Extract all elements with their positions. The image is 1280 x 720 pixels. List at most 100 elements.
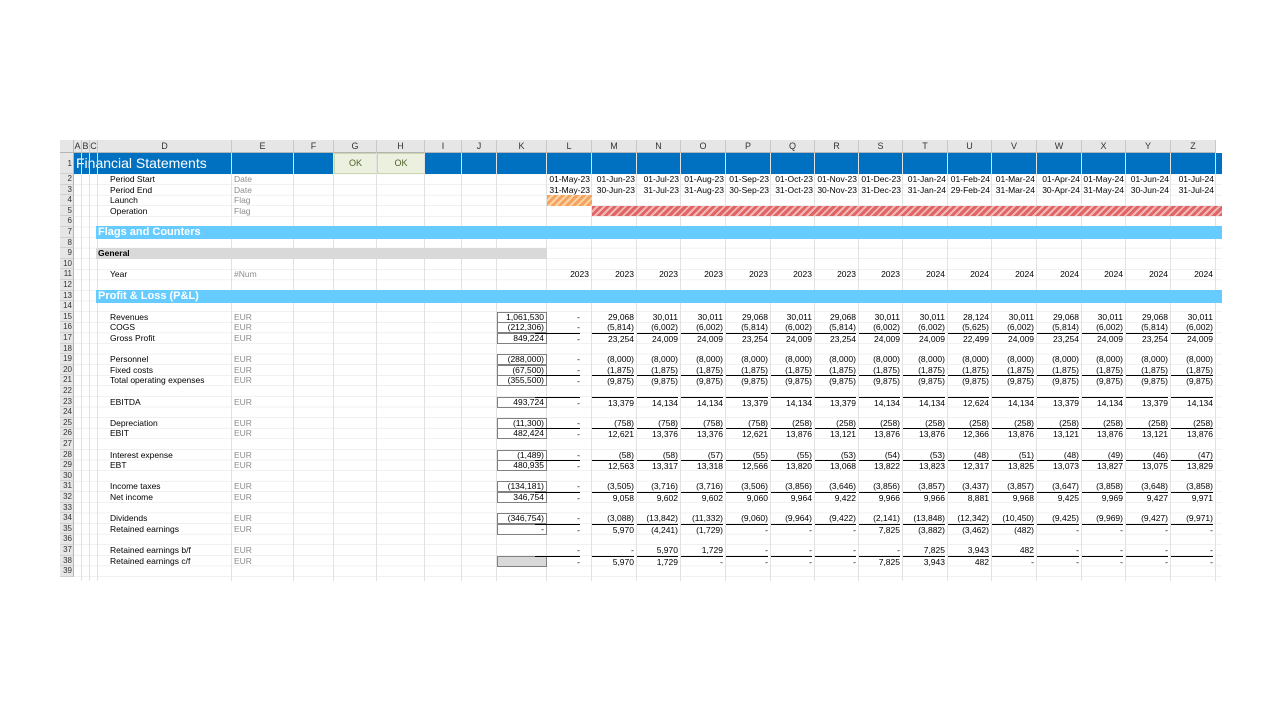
row-header[interactable]: 25 <box>60 417 74 429</box>
value-cell[interactable]: (258) <box>948 418 989 429</box>
value-cell[interactable]: (8,000) <box>771 354 812 365</box>
value-cell[interactable]: (8,000) <box>948 354 989 365</box>
value-cell[interactable]: (3,506) <box>726 481 768 492</box>
value-cell[interactable]: 9,602 <box>637 492 678 504</box>
value-cell[interactable]: (258) <box>1126 418 1168 429</box>
value-cell[interactable]: (8,000) <box>681 354 723 365</box>
value-cell[interactable]: 13,379 <box>1037 396 1079 409</box>
row-header[interactable]: 34 <box>60 513 74 524</box>
value-cell[interactable]: (3,858) <box>1171 481 1213 492</box>
value-cell[interactable]: 13,121 <box>1037 428 1079 440</box>
year-cell[interactable]: 2023 <box>589 269 634 280</box>
column-header-i[interactable]: I <box>425 140 462 153</box>
value-cell[interactable]: (6,002) <box>859 322 900 333</box>
value-cell[interactable]: (3,088) <box>592 513 634 524</box>
column-header-v[interactable]: V <box>992 140 1037 153</box>
value-cell[interactable]: 9,966 <box>903 492 945 504</box>
value-cell[interactable]: - <box>1082 545 1123 556</box>
value-cell[interactable]: 30,011 <box>992 312 1034 323</box>
value-cell[interactable]: 14,134 <box>859 396 900 409</box>
row-header[interactable]: 11 <box>60 269 74 280</box>
value-cell[interactable]: (6,002) <box>1171 322 1213 333</box>
column-header-w[interactable]: W <box>1037 140 1082 153</box>
column-header-t[interactable]: T <box>903 140 948 153</box>
column-header-m[interactable]: M <box>592 140 637 153</box>
date-cell[interactable]: 01-Jun-23 <box>590 174 635 185</box>
value-cell[interactable]: - <box>771 545 812 556</box>
value-cell[interactable]: (55) <box>726 450 768 461</box>
row-header[interactable]: 32 <box>60 492 74 503</box>
value-cell[interactable]: 13,068 <box>815 460 856 472</box>
value-cell[interactable]: 24,009 <box>1171 333 1213 345</box>
value-cell[interactable]: - <box>726 555 768 568</box>
value-cell[interactable]: (49) <box>1082 450 1123 461</box>
value-cell[interactable]: (258) <box>1082 418 1123 429</box>
value-cell[interactable]: (9,060) <box>726 513 768 524</box>
value-cell[interactable]: (3,716) <box>637 481 678 492</box>
value-cell[interactable]: (57) <box>681 450 723 461</box>
row-header[interactable]: 8 <box>60 237 74 249</box>
value-cell[interactable]: 14,134 <box>992 396 1034 409</box>
value-cell[interactable]: 14,134 <box>903 396 945 409</box>
row-header[interactable]: 24 <box>60 407 74 418</box>
value-cell[interactable]: (9,425) <box>1037 513 1079 524</box>
year-cell[interactable]: 2023 <box>768 269 812 280</box>
value-cell[interactable]: (3,856) <box>859 481 900 492</box>
value-cell[interactable]: 482 <box>992 545 1034 556</box>
value-cell[interactable]: - <box>535 354 580 365</box>
value-cell[interactable]: (6,002) <box>992 322 1034 333</box>
row-header[interactable]: 7 <box>60 227 74 238</box>
year-cell[interactable]: 2024 <box>989 269 1034 280</box>
value-cell[interactable]: (9,969) <box>1082 513 1123 524</box>
value-cell[interactable]: 482 <box>948 555 989 568</box>
year-cell[interactable]: 2023 <box>856 269 900 280</box>
value-cell[interactable]: 9,968 <box>992 492 1034 504</box>
value-cell[interactable]: 13,876 <box>992 428 1034 440</box>
year-cell[interactable]: 2023 <box>812 269 856 280</box>
value-cell[interactable]: (58) <box>637 450 678 461</box>
value-cell[interactable]: 7,825 <box>859 523 900 536</box>
value-cell[interactable]: 30,011 <box>1082 312 1123 323</box>
row-header[interactable]: 33 <box>60 502 74 514</box>
value-cell[interactable]: (9,875) <box>726 375 768 387</box>
value-cell[interactable]: - <box>535 555 580 568</box>
value-cell[interactable]: 13,876 <box>1171 428 1213 440</box>
value-cell[interactable]: 12,621 <box>592 428 634 440</box>
value-cell[interactable]: - <box>1126 555 1168 568</box>
row-header[interactable]: 5 <box>60 205 74 217</box>
value-cell[interactable]: 5,970 <box>637 545 678 556</box>
column-header-l[interactable]: L <box>547 140 592 153</box>
row-header[interactable]: 29 <box>60 460 74 471</box>
value-cell[interactable]: (13,848) <box>903 513 945 524</box>
year-cell[interactable]: 2024 <box>900 269 945 280</box>
value-cell[interactable]: (9,875) <box>859 375 900 387</box>
date-cell[interactable]: 31-Oct-23 <box>769 185 813 196</box>
value-cell[interactable]: 24,009 <box>992 333 1034 345</box>
value-cell[interactable]: 13,876 <box>771 428 812 440</box>
value-cell[interactable]: (1,875) <box>771 365 812 376</box>
value-cell[interactable]: 13,317 <box>637 460 678 472</box>
value-cell[interactable]: (258) <box>815 418 856 429</box>
value-cell[interactable]: (53) <box>815 450 856 461</box>
value-cell[interactable]: (258) <box>1037 418 1079 429</box>
value-cell[interactable]: - <box>1171 545 1213 556</box>
year-cell[interactable]: 2023 <box>544 269 589 280</box>
column-header-n[interactable]: N <box>637 140 681 153</box>
value-cell[interactable]: (48) <box>1037 450 1079 461</box>
value-cell[interactable]: - <box>592 545 634 556</box>
value-cell[interactable]: - <box>992 555 1034 568</box>
value-cell[interactable]: 14,134 <box>1082 396 1123 409</box>
value-cell[interactable]: - <box>535 492 580 504</box>
column-header-j[interactable]: J <box>462 140 497 153</box>
row-header[interactable]: 21 <box>60 375 74 386</box>
date-cell[interactable]: 01-Mar-24 <box>990 174 1035 185</box>
value-cell[interactable]: - <box>1037 555 1079 568</box>
year-cell[interactable]: 2024 <box>1168 269 1213 280</box>
date-cell[interactable]: 31-Mar-24 <box>990 185 1035 196</box>
value-cell[interactable]: - <box>535 545 580 556</box>
value-cell[interactable]: 13,823 <box>903 460 945 472</box>
value-cell[interactable]: (6,002) <box>903 322 945 333</box>
value-cell[interactable]: 23,254 <box>815 333 856 345</box>
date-cell[interactable]: 31-Dec-23 <box>857 185 901 196</box>
value-cell[interactable]: 9,058 <box>592 492 634 504</box>
